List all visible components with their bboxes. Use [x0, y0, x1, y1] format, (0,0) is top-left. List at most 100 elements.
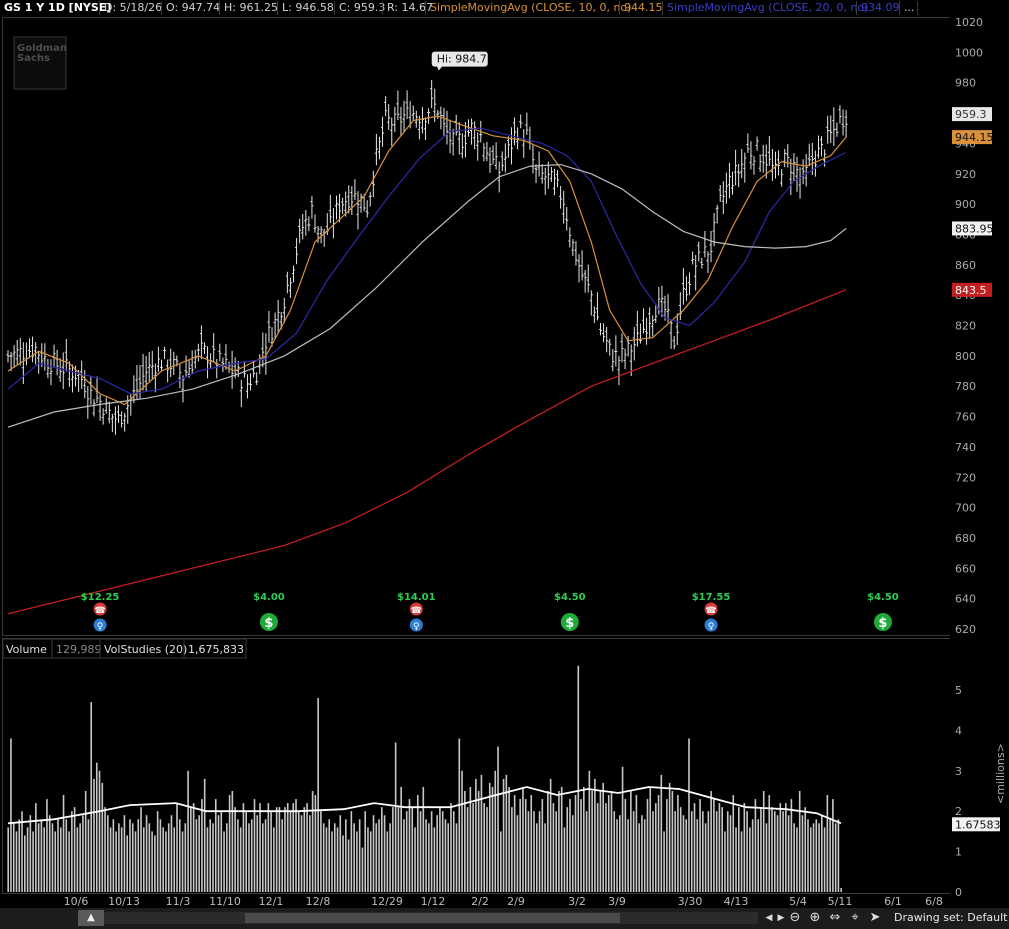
conference-call-icon-symbol: ♀	[97, 622, 104, 632]
volume-bar	[325, 827, 328, 892]
scroll-home-button[interactable]: ▲	[78, 910, 104, 926]
volume-bar	[743, 803, 746, 892]
volume-bar	[242, 803, 245, 892]
volume-bar	[21, 811, 23, 892]
zoom-in-icon[interactable]: ⊕	[806, 910, 824, 926]
volume-bar	[535, 823, 538, 892]
volume-bar	[762, 791, 765, 892]
volume-bar	[823, 827, 826, 892]
volume-bar	[264, 819, 267, 892]
sma10-value: 944.15	[624, 1, 663, 14]
time-scrollbar-thumb[interactable]	[245, 913, 620, 923]
volume-bar	[104, 807, 106, 892]
volume-bar	[262, 823, 264, 892]
volume-bar	[585, 811, 588, 892]
header-divider	[619, 1, 620, 15]
volume-bar	[320, 811, 322, 892]
volume-bar	[663, 831, 665, 892]
volume-bar	[513, 795, 516, 892]
volume-tick-label: 3	[955, 765, 962, 778]
volume-bar	[547, 791, 549, 892]
sma10-label[interactable]: SimpleMovingAvg (CLOSE, 10, 0, no)	[430, 0, 631, 16]
pointer-icon[interactable]: ➤	[866, 910, 884, 926]
drawing-set-label[interactable]: Drawing set: Default	[894, 911, 1007, 924]
header-divider	[219, 1, 220, 15]
time-tick-label: 6/1	[884, 895, 902, 908]
volume-bar	[718, 803, 721, 892]
volume-bar	[441, 811, 444, 892]
volume-bar	[419, 811, 422, 892]
volume-bar	[414, 827, 416, 892]
crosshair-icon[interactable]: ⌖	[846, 910, 864, 926]
header-divider	[917, 1, 918, 15]
volume-bar	[444, 819, 447, 892]
volume-bar	[51, 823, 54, 892]
volume-bar	[18, 819, 21, 892]
time-tick-label: 5/11	[828, 895, 853, 908]
volume-bar	[353, 823, 355, 892]
header-divider	[161, 1, 162, 15]
volume-bar	[563, 827, 566, 892]
time-tick-label: 12/29	[371, 895, 403, 908]
price-tick-label: 820	[955, 320, 976, 333]
volume-bar	[616, 819, 618, 892]
volume-bar	[375, 823, 378, 892]
bar-low: L: 946.58	[282, 1, 334, 14]
price-chart-background	[3, 18, 1009, 635]
volume-bar	[79, 823, 81, 892]
symbol-label[interactable]: GS 1 Y 1D [NYSE]	[4, 0, 111, 16]
volume-bar	[801, 815, 804, 892]
volume-bar	[439, 807, 441, 892]
volume-bar	[826, 795, 829, 892]
volume-bar	[129, 819, 131, 892]
volume-bar	[378, 819, 380, 892]
time-tick-label: 10/13	[108, 895, 140, 908]
volume-bar	[702, 811, 704, 892]
header-divider	[899, 1, 900, 15]
volume-bar	[574, 795, 577, 892]
zoom-out-icon[interactable]: ⊖	[786, 910, 804, 926]
volume-bar	[181, 831, 184, 892]
volume-bar	[735, 827, 737, 892]
time-tick-label: 5/4	[789, 895, 807, 908]
volume-panel[interactable]: Volume 129,989 VolStudies (20) 1,675,833…	[2, 638, 1009, 899]
pan-icon[interactable]: ⇔	[826, 910, 844, 926]
volume-bar	[638, 823, 640, 892]
volume-bar	[621, 766, 624, 892]
volume-bar	[256, 815, 259, 892]
header-divider	[856, 1, 857, 15]
volume-bar	[477, 791, 480, 892]
volume-bar	[131, 823, 134, 892]
time-tick-label: 11/3	[166, 895, 191, 908]
price-tick-label: 700	[955, 502, 976, 515]
volume-bar	[237, 819, 239, 892]
volume-average-bubble: 1.67583	[952, 817, 1001, 832]
volume-bar	[577, 665, 580, 892]
volume-chart[interactable]: Volume 129,989 VolStudies (20) 1,675,833…	[2, 638, 1009, 899]
price-panel[interactable]: Goldman Sachs 10201000980960940920900880…	[2, 16, 1009, 636]
volume-bar	[389, 823, 391, 892]
volume-bar	[93, 778, 95, 892]
price-chart[interactable]: Goldman Sachs 10201000980960940920900880…	[3, 16, 1009, 636]
more-studies-button[interactable]: ...	[904, 0, 915, 16]
volume-bar	[95, 762, 98, 892]
time-tick-label: 2/2	[471, 895, 489, 908]
volume-tick-label: 1	[955, 846, 962, 859]
volume-label: Volume	[6, 643, 47, 656]
sma20-label[interactable]: SimpleMovingAvg (CLOSE, 20, 0, no)	[667, 0, 868, 16]
volume-bar	[704, 823, 707, 892]
volume-value: 129,989	[56, 643, 102, 656]
volume-bar	[654, 803, 657, 892]
volume-bar	[840, 887, 842, 892]
volume-bar	[356, 831, 358, 892]
volume-bar	[289, 811, 292, 892]
volume-bar	[381, 807, 383, 892]
volume-bar	[765, 823, 768, 892]
volume-bar	[156, 811, 159, 892]
volume-bar	[295, 799, 297, 892]
volume-bar	[217, 815, 220, 892]
volume-bar	[65, 819, 68, 892]
volume-bar	[671, 791, 674, 892]
volume-bar	[383, 815, 386, 892]
time-tick-label: 4/13	[724, 895, 749, 908]
